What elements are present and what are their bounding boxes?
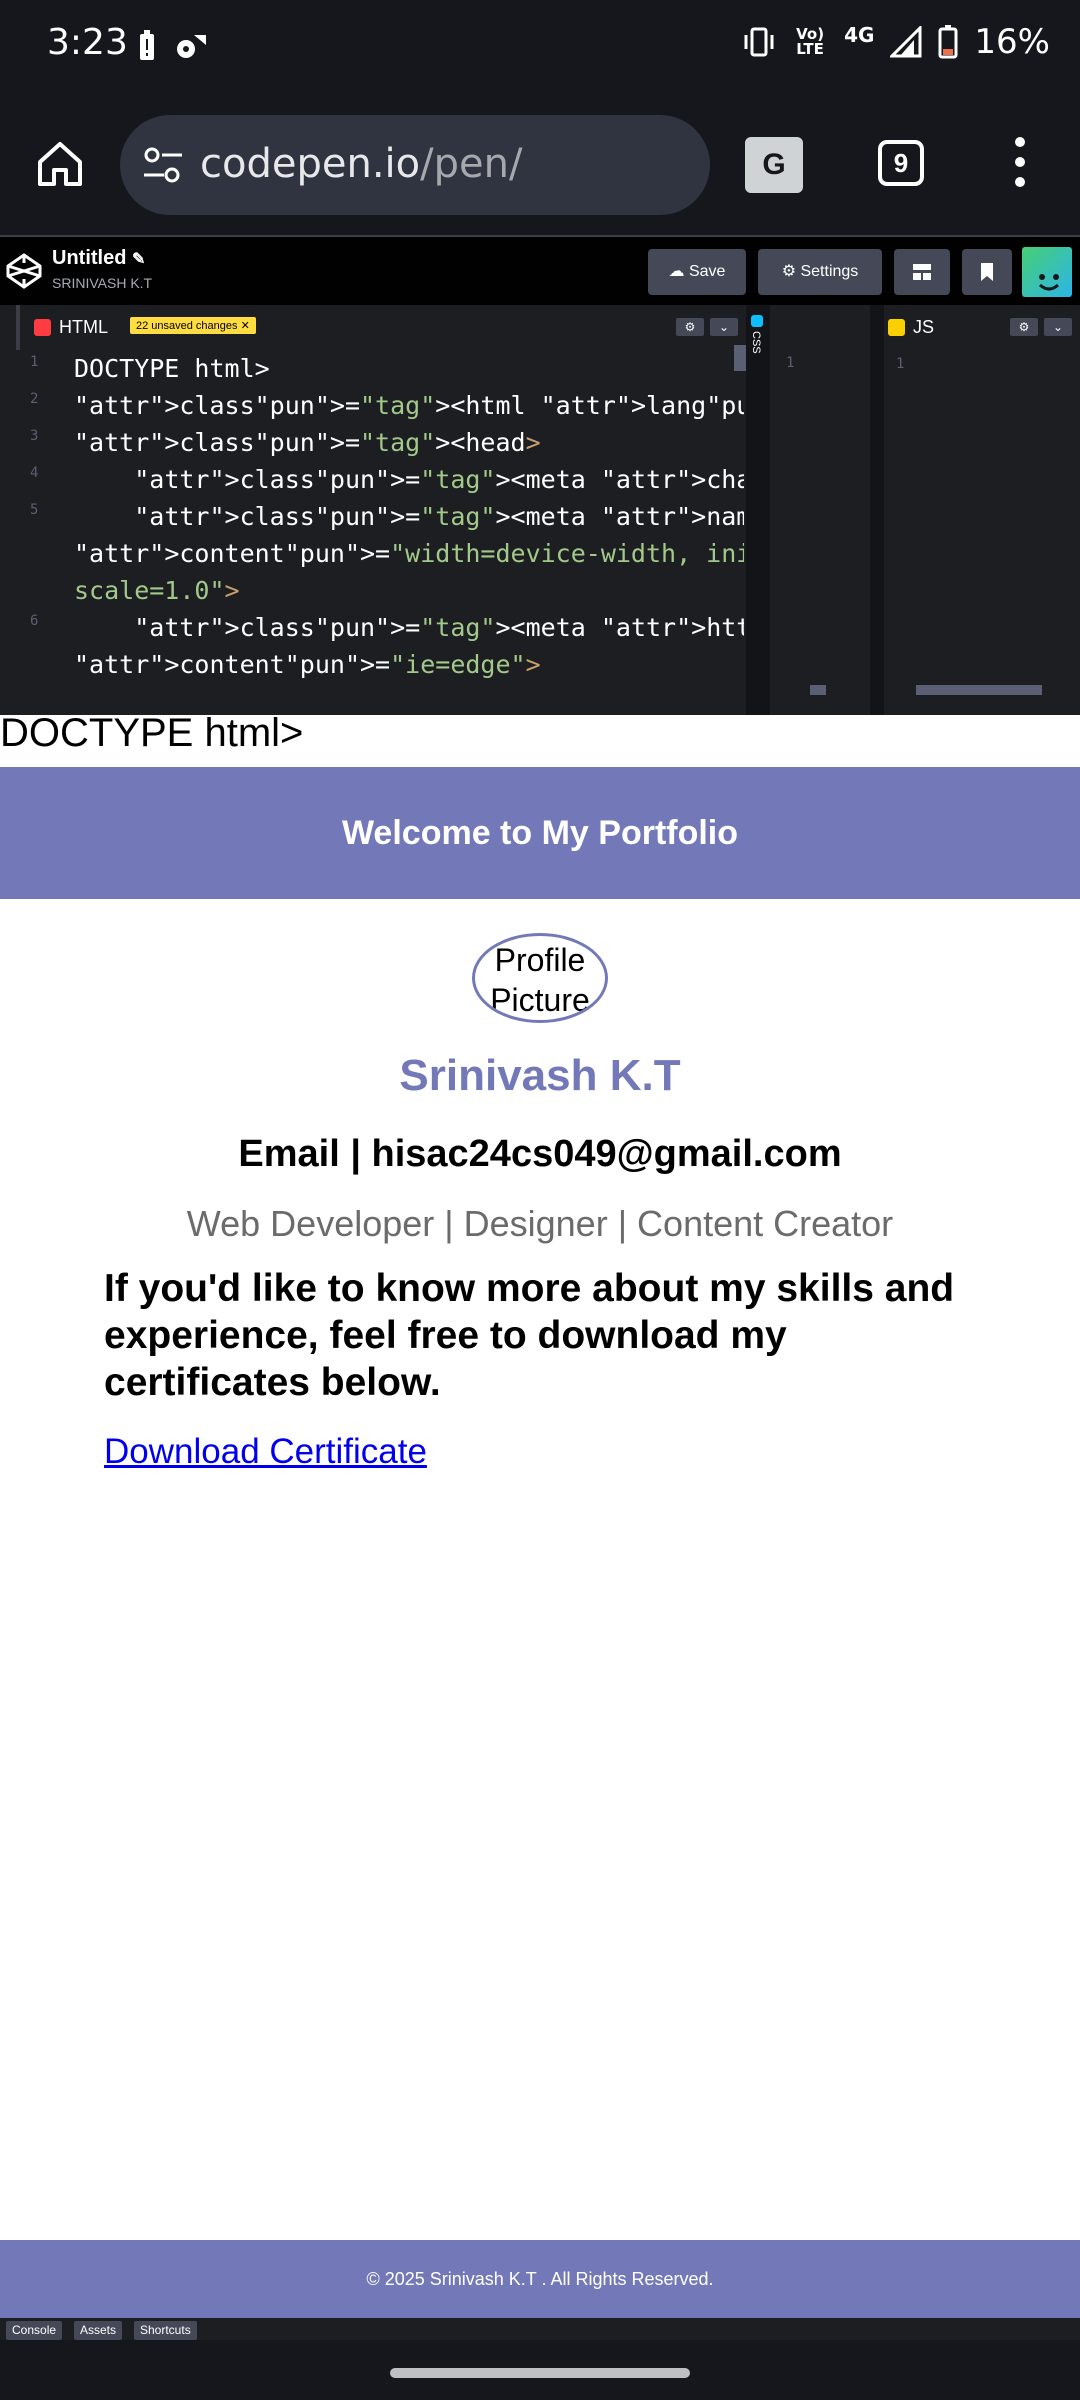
- css-pane-strip[interactable]: [746, 305, 770, 715]
- html-icon: [34, 319, 51, 336]
- pin-button[interactable]: [962, 249, 1012, 295]
- code-text: "attr">class"pun">="tag"><meta "attr">na…: [134, 502, 744, 531]
- js-collapse-chevron-icon[interactable]: ⌄: [1044, 318, 1072, 336]
- translate-icon[interactable]: G: [745, 137, 803, 193]
- html-collapse-chevron-icon[interactable]: ⌄: [710, 318, 738, 336]
- network-type: 4G: [844, 22, 875, 47]
- volte-indicator: Vo) LTE: [796, 25, 825, 58]
- console-button[interactable]: Console: [6, 2321, 63, 2340]
- battery-alert-icon: [140, 30, 154, 60]
- clock: 3:23: [47, 22, 128, 63]
- js-pane-header: JS ⚙ ⌄: [884, 305, 1080, 350]
- tab-js[interactable]: JS: [888, 317, 934, 338]
- code-text: "attr">content"pun">="width=device-width…: [74, 539, 744, 568]
- signal-icon: [890, 26, 922, 58]
- codepen-logo-icon[interactable]: [4, 245, 44, 295]
- code-text: "attr">class"pun">="tag"><head>: [74, 428, 541, 457]
- layout-icon: [913, 263, 931, 280]
- html-scrollbar[interactable]: [734, 345, 746, 371]
- pen-title[interactable]: Untitled ✎: [52, 247, 145, 270]
- line-number: 2: [30, 391, 39, 407]
- code-line[interactable]: 1 DOCTYPE html>: [16, 350, 744, 387]
- js-line-number: 1: [896, 356, 905, 372]
- battery-icon: [938, 25, 958, 59]
- html-pane-header: HTML 22 unsaved changes ✕ ⚙ ⌄: [16, 305, 744, 350]
- portfolio-paragraph: If you'd like to know more about my skil…: [104, 1267, 955, 1404]
- home-gesture-handle[interactable]: [390, 2368, 690, 2378]
- pen-author[interactable]: SRINIVASH K.T: [52, 275, 152, 291]
- line-number: 6: [30, 613, 39, 629]
- tab-css[interactable]: CSS: [750, 331, 762, 354]
- preview-pane: DOCTYPE html> Welcome to My Portfolio Pr…: [0, 711, 1080, 2318]
- editor-area: HTML 22 unsaved changes ✕ ⚙ ⌄ 1 DOCTYPE h…: [0, 305, 1080, 715]
- more-menu-icon[interactable]: [1012, 137, 1028, 193]
- code-line[interactable]: scale=1.0">: [16, 572, 744, 609]
- status-bar: 3:23 Vo) LTE 4G 16%: [0, 0, 1080, 95]
- codepen-header: Untitled ✎ SRINIVASH K.T ☁ Save ⚙ Settin…: [0, 235, 1080, 305]
- address-bar[interactable]: codepen.io/pen/: [120, 115, 710, 215]
- code-line[interactable]: 5 "attr">class"pun">="tag"><meta "attr">…: [16, 498, 744, 535]
- gear-icon: ⚙: [781, 263, 797, 280]
- layout-button[interactable]: [894, 249, 950, 295]
- gesture-bar: [0, 2340, 1080, 2400]
- js-icon: [888, 319, 905, 336]
- portfolio-footer: © 2025 Srinivash K.T . All Rights Reserv…: [0, 2240, 1080, 2318]
- portfolio-email: Email | hisac24cs049@gmail.com: [238, 1133, 842, 1175]
- tab-switcher-button[interactable]: 9: [878, 140, 924, 186]
- code-text: "attr">class"pun">="tag"><meta "attr">ht…: [134, 613, 744, 642]
- css-line-number: 1: [786, 355, 795, 371]
- unsaved-changes-badge[interactable]: 22 unsaved changes ✕: [130, 317, 256, 334]
- code-text: scale=1.0">: [74, 576, 240, 605]
- battery-percent: 16%: [974, 22, 1050, 62]
- tab-html[interactable]: HTML: [34, 317, 108, 338]
- js-divider: [870, 305, 884, 715]
- js-scrollbar[interactable]: [916, 685, 1042, 695]
- code-line[interactable]: 6 "attr">class"pun">="tag"><meta "attr">…: [16, 609, 744, 646]
- js-code-editor[interactable]: 1: [884, 350, 1080, 705]
- codepen-bottom-bar: Console Assets Shortcuts: [0, 2318, 1080, 2340]
- css-code-editor[interactable]: 1: [770, 305, 870, 715]
- save-button[interactable]: ☁ Save: [648, 249, 746, 295]
- edit-pencil-icon[interactable]: ✎: [132, 251, 145, 268]
- download-certificate-link[interactable]: Download Certificate: [104, 1432, 427, 1472]
- url-text: codepen.io/pen/: [200, 141, 523, 187]
- code-line[interactable]: 3 "attr">class"pun">="tag"><head>: [16, 424, 744, 461]
- settings-cloud-icon: [177, 35, 206, 58]
- code-text: "attr">class"pun">="tag"><meta "attr">ch…: [134, 465, 744, 494]
- code-line[interactable]: 2 "attr">class"pun">="tag"><html "attr">l…: [16, 387, 744, 424]
- cloud-icon: ☁: [668, 263, 685, 280]
- line-number: 4: [30, 465, 39, 481]
- code-line[interactable]: "attr">content"pun">="ie=edge">: [16, 646, 744, 683]
- smiley-avatar-icon: [1039, 274, 1059, 291]
- browser-toolbar: codepen.io/pen/ G 9: [0, 95, 1080, 235]
- bookmark-icon: [981, 262, 993, 281]
- code-text: "attr">class"pun">="tag"><html "attr">la…: [74, 391, 744, 420]
- js-settings-gear-icon[interactable]: ⚙: [1010, 318, 1038, 336]
- code-line[interactable]: "attr">content"pun">="width=device-width…: [16, 535, 744, 572]
- line-number: 3: [30, 428, 39, 444]
- user-avatar[interactable]: [1022, 247, 1072, 297]
- close-icon[interactable]: ✕: [241, 320, 250, 332]
- line-number: 5: [30, 502, 39, 518]
- portfolio-name: Srinivash K.T: [399, 1051, 681, 1100]
- portfolio-header: Welcome to My Portfolio: [0, 767, 1080, 899]
- shortcuts-button[interactable]: Shortcuts: [134, 2321, 197, 2340]
- code-text: "attr">content"pun">="ie=edge">: [74, 650, 541, 679]
- settings-button[interactable]: ⚙ Settings: [758, 249, 882, 295]
- profile-picture: Profile Picture: [472, 933, 608, 1023]
- html-settings-gear-icon[interactable]: ⚙: [676, 318, 704, 336]
- css-scrollbar[interactable]: [810, 685, 826, 695]
- assets-button[interactable]: Assets: [74, 2321, 123, 2340]
- line-number: 1: [30, 354, 39, 370]
- home-icon[interactable]: [34, 138, 86, 190]
- css-icon: [751, 315, 763, 327]
- code-text: DOCTYPE html>: [74, 354, 270, 383]
- site-settings-icon[interactable]: [142, 145, 184, 185]
- code-line[interactable]: 4 "attr">class"pun">="tag"><meta "attr">…: [16, 461, 744, 498]
- vibrate-icon: [744, 27, 774, 57]
- portfolio-role: Web Developer | Designer | Content Creat…: [186, 1203, 894, 1244]
- preview-doctype-text: DOCTYPE html>: [0, 711, 304, 755]
- html-code-editor[interactable]: 1 DOCTYPE html> 2 "attr">class"pun">="tag">…: [16, 350, 744, 705]
